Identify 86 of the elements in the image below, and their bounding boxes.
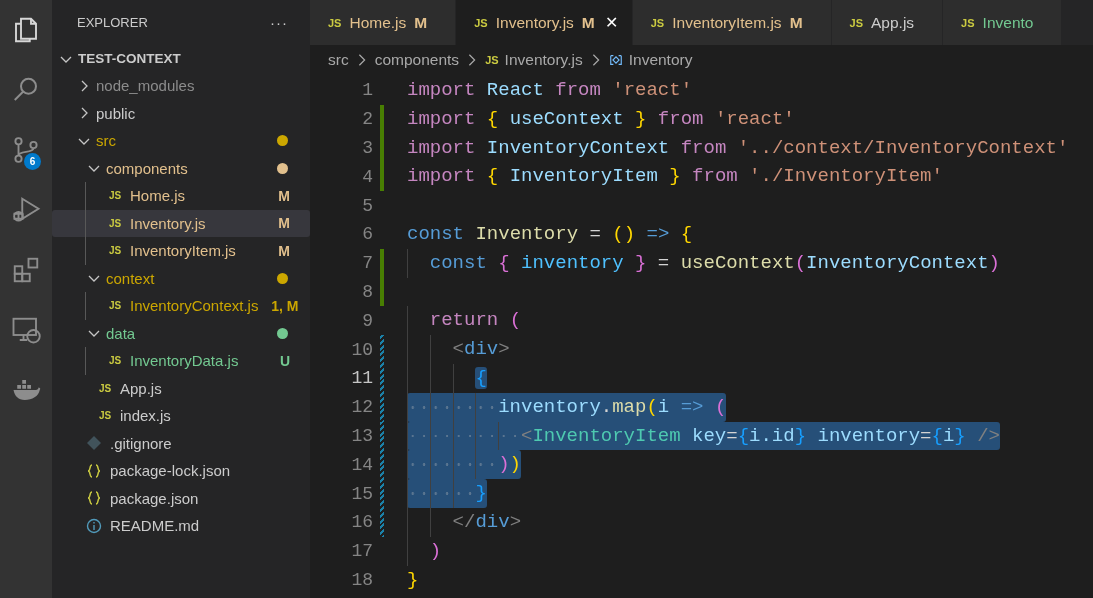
braces-icon bbox=[86, 490, 102, 507]
editor-tab[interactable]: JS App.js bbox=[831, 0, 944, 45]
file-tree-item[interactable]: components bbox=[106, 159, 248, 177]
file-tree-item[interactable]: InventoryContext.js bbox=[130, 297, 259, 315]
js-file-icon: JS bbox=[474, 16, 488, 29]
file-tree-item[interactable]: src bbox=[96, 132, 248, 150]
run-debug-icon[interactable] bbox=[11, 195, 41, 225]
line-number: 10 bbox=[350, 339, 373, 360]
line-number: 12 bbox=[350, 397, 373, 418]
line-number: 16 bbox=[350, 512, 373, 533]
code-line: import React from 'react' bbox=[407, 78, 693, 103]
panel-title: EXPLORER bbox=[77, 15, 148, 30]
line-number: 7 bbox=[361, 253, 373, 274]
file-tree-item[interactable]: App.js bbox=[120, 379, 310, 397]
code-line: const { inventory } = useContext(InventoryContext) bbox=[407, 248, 1000, 278]
extensions-icon[interactable] bbox=[11, 255, 41, 285]
js-file-icon: JS bbox=[96, 382, 114, 394]
line-number: 6 bbox=[361, 224, 373, 245]
file-tree-item[interactable]: Home.js bbox=[130, 187, 250, 205]
close-icon[interactable]: ✕ bbox=[604, 13, 618, 32]
js-file-icon: JS bbox=[96, 410, 114, 422]
breadcrumb-item[interactable]: Inventory.js bbox=[504, 51, 583, 69]
line-number: 15 bbox=[350, 483, 373, 504]
file-tree-item[interactable]: data bbox=[106, 324, 248, 342]
js-file-icon: JS bbox=[106, 355, 124, 367]
file-tree-item[interactable]: index.js bbox=[120, 407, 310, 425]
editor-tab[interactable]: JS Invento bbox=[943, 0, 1063, 45]
code-line: return ( bbox=[407, 306, 522, 336]
js-file-icon: JS bbox=[106, 245, 124, 257]
code-line: </div> bbox=[407, 507, 522, 537]
line-number: 1 bbox=[361, 80, 373, 101]
code-line: } bbox=[407, 567, 419, 593]
line-number: 8 bbox=[361, 281, 373, 302]
line-number: 11 bbox=[350, 368, 373, 389]
more-actions-button[interactable]: ··· bbox=[270, 14, 288, 31]
line-number: 9 bbox=[361, 310, 373, 331]
line-number: 17 bbox=[350, 541, 373, 562]
file-tree-item[interactable]: InventoryItem.js bbox=[130, 242, 250, 260]
breadcrumb-item[interactable]: Inventory bbox=[628, 51, 693, 69]
code-line: <div> bbox=[407, 335, 510, 364]
remote-explorer-icon[interactable] bbox=[11, 315, 41, 345]
js-file-icon: JS bbox=[961, 16, 975, 29]
js-file-icon: JS bbox=[849, 16, 863, 29]
info-icon bbox=[86, 517, 102, 534]
code-line: import InventoryContext from '../context/InventoryContext' bbox=[407, 135, 1069, 161]
workspace-folder[interactable]: TEST-CONTEXT bbox=[78, 51, 181, 66]
code-line: { bbox=[407, 363, 487, 393]
js-file-icon: JS bbox=[106, 190, 124, 202]
editor-tab[interactable]: JS Inventory.js M ✕ bbox=[456, 0, 633, 45]
js-file-icon: JS bbox=[485, 54, 499, 66]
line-number: 13 bbox=[350, 425, 373, 446]
file-tree-item[interactable]: Inventory.js bbox=[130, 214, 250, 232]
file-tree-item[interactable]: public bbox=[96, 104, 310, 122]
line-number: 5 bbox=[361, 195, 373, 216]
file-tree-item[interactable]: InventoryData.js bbox=[130, 352, 250, 370]
line-number: 14 bbox=[350, 454, 373, 475]
line-number: 3 bbox=[361, 138, 373, 158]
file-tree-item[interactable]: node_modules bbox=[96, 77, 310, 95]
diamond-icon bbox=[86, 435, 102, 452]
file-tree-item[interactable]: context bbox=[106, 269, 248, 287]
symbol-icon bbox=[608, 53, 623, 67]
line-number: 2 bbox=[361, 109, 373, 130]
code-line: import { InventoryItem } from './InventoryItem' bbox=[407, 164, 943, 190]
editor-tab[interactable]: JS InventoryItem.js M bbox=[632, 0, 832, 45]
editor-tab[interactable]: JS Home.js M bbox=[310, 0, 457, 45]
line-number: 4 bbox=[361, 166, 373, 187]
file-tree-item[interactable]: package.json bbox=[110, 489, 310, 507]
git-status-label: M bbox=[277, 215, 291, 232]
git-status-label: 1, M bbox=[270, 297, 300, 314]
git-status-label: U bbox=[278, 352, 291, 369]
braces-icon bbox=[86, 462, 102, 479]
js-file-icon: JS bbox=[328, 16, 342, 29]
git-status-label: M bbox=[277, 187, 291, 204]
breadcrumb-item[interactable]: src bbox=[328, 51, 349, 69]
line-number: 18 bbox=[350, 569, 373, 590]
breadcrumb-item[interactable]: components bbox=[374, 51, 460, 69]
js-file-icon: JS bbox=[650, 16, 665, 29]
code-line: const Inventory = () => { bbox=[407, 222, 693, 247]
git-status-label: M bbox=[277, 242, 291, 259]
count-badge: 6 bbox=[24, 153, 41, 170]
code-line: import { useContext } from 'react' bbox=[407, 106, 795, 132]
file-tree-item[interactable]: .gitignore bbox=[110, 434, 310, 452]
js-file-icon: JS bbox=[106, 300, 124, 312]
file-tree-item[interactable]: package-lock.json bbox=[110, 462, 310, 480]
file-tree-item[interactable]: README.md bbox=[110, 517, 310, 535]
js-file-icon: JS bbox=[106, 217, 124, 229]
